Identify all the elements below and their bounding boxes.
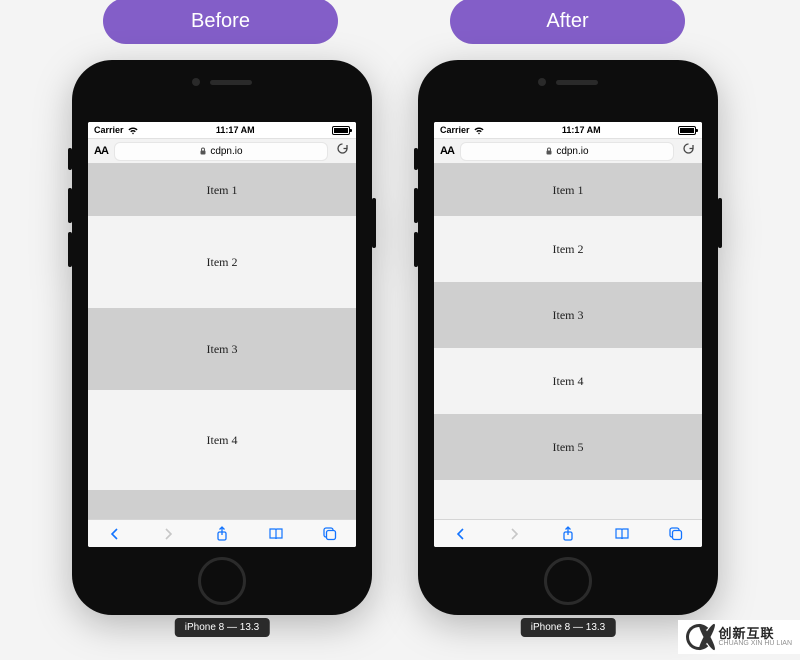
lock-icon <box>199 147 207 155</box>
url-text: cdpn.io <box>556 146 588 157</box>
forward-button[interactable] <box>158 524 178 544</box>
list-item: Item 3 <box>88 308 356 390</box>
status-bar: Carrier 11:17 AM <box>88 122 356 138</box>
battery-icon <box>678 126 696 135</box>
reload-button[interactable] <box>334 142 350 160</box>
item-list: Item 1Item 2Item 3Item 4 <box>88 164 356 519</box>
page-content[interactable]: Item 1Item 2Item 3Item 4Item 5 <box>434 164 702 519</box>
ringer-switch <box>68 148 72 170</box>
item-list: Item 1Item 2Item 3Item 4Item 5 <box>434 164 702 519</box>
device-badge-before: iPhone 8 — 13.3 <box>175 618 270 637</box>
watermark: 创新互联 CHUANG XIN HU LIAN <box>678 620 800 654</box>
power-button <box>718 198 722 248</box>
watermark-subtitle: CHUANG XIN HU LIAN <box>718 640 792 647</box>
device-badge-after: iPhone 8 — 13.3 <box>521 618 616 637</box>
header-before-label: Before <box>191 10 250 33</box>
url-text: cdpn.io <box>210 146 242 157</box>
list-item: Item 2 <box>434 216 702 282</box>
tabs-button[interactable] <box>319 524 339 544</box>
text-size-button[interactable]: AA <box>94 145 108 157</box>
share-button[interactable] <box>212 524 232 544</box>
carrier-label: Carrier <box>440 125 470 135</box>
list-item: Item 3 <box>434 282 702 348</box>
phone-screen: Carrier 11:17 AM AA cdpn.io <box>88 122 356 547</box>
url-field[interactable]: cdpn.io <box>114 142 328 161</box>
text-size-button[interactable]: AA <box>440 145 454 157</box>
device-badge-label: iPhone 8 — 13.3 <box>531 622 606 633</box>
lock-icon <box>545 147 553 155</box>
camera-icon <box>192 78 200 86</box>
sensor-cluster <box>418 78 718 86</box>
header-after-label: After <box>546 10 588 33</box>
list-item: Item 1 <box>434 164 702 216</box>
volume-up-button <box>68 188 72 223</box>
header-after: After <box>450 0 685 44</box>
list-item: Item 4 <box>88 390 356 490</box>
speaker-grille <box>210 80 252 85</box>
watermark-logo-icon <box>686 624 712 650</box>
wifi-icon <box>127 126 139 135</box>
status-bar: Carrier 11:17 AM <box>434 122 702 138</box>
home-button[interactable] <box>198 557 246 605</box>
bookmarks-button[interactable] <box>612 524 632 544</box>
share-button[interactable] <box>558 524 578 544</box>
power-button <box>372 198 376 248</box>
clock-label: 11:17 AM <box>216 125 255 135</box>
camera-icon <box>538 78 546 86</box>
url-field[interactable]: cdpn.io <box>460 142 674 161</box>
bookmarks-button[interactable] <box>266 524 286 544</box>
ringer-switch <box>414 148 418 170</box>
list-item: Item 5 <box>434 414 702 480</box>
list-item <box>88 490 356 519</box>
list-item: Item 4 <box>434 348 702 414</box>
reload-button[interactable] <box>680 142 696 160</box>
browser-address-bar: AA cdpn.io <box>88 138 356 164</box>
browser-toolbar <box>88 519 356 547</box>
back-button[interactable] <box>105 524 125 544</box>
back-button[interactable] <box>451 524 471 544</box>
volume-down-button <box>68 232 72 267</box>
phone-before: Carrier 11:17 AM AA cdpn.io <box>72 60 372 615</box>
forward-button[interactable] <box>504 524 524 544</box>
carrier-label: Carrier <box>94 125 124 135</box>
tabs-button[interactable] <box>665 524 685 544</box>
browser-address-bar: AA cdpn.io <box>434 138 702 164</box>
page-content[interactable]: Item 1Item 2Item 3Item 4 <box>88 164 356 519</box>
watermark-title: 创新互联 <box>718 627 792 640</box>
clock-label: 11:17 AM <box>562 125 601 135</box>
wifi-icon <box>473 126 485 135</box>
list-item: Item 1 <box>88 164 356 216</box>
home-button[interactable] <box>544 557 592 605</box>
volume-down-button <box>414 232 418 267</box>
list-item <box>434 480 702 519</box>
sensor-cluster <box>72 78 372 86</box>
volume-up-button <box>414 188 418 223</box>
phone-screen: Carrier 11:17 AM AA cdpn.io <box>434 122 702 547</box>
browser-toolbar <box>434 519 702 547</box>
comparison-canvas: Before After Carrier 11:17 AM <box>0 0 800 660</box>
speaker-grille <box>556 80 598 85</box>
battery-icon <box>332 126 350 135</box>
list-item: Item 2 <box>88 216 356 308</box>
phone-after: Carrier 11:17 AM AA cdpn.io <box>418 60 718 615</box>
header-before: Before <box>103 0 338 44</box>
device-badge-label: iPhone 8 — 13.3 <box>185 622 260 633</box>
